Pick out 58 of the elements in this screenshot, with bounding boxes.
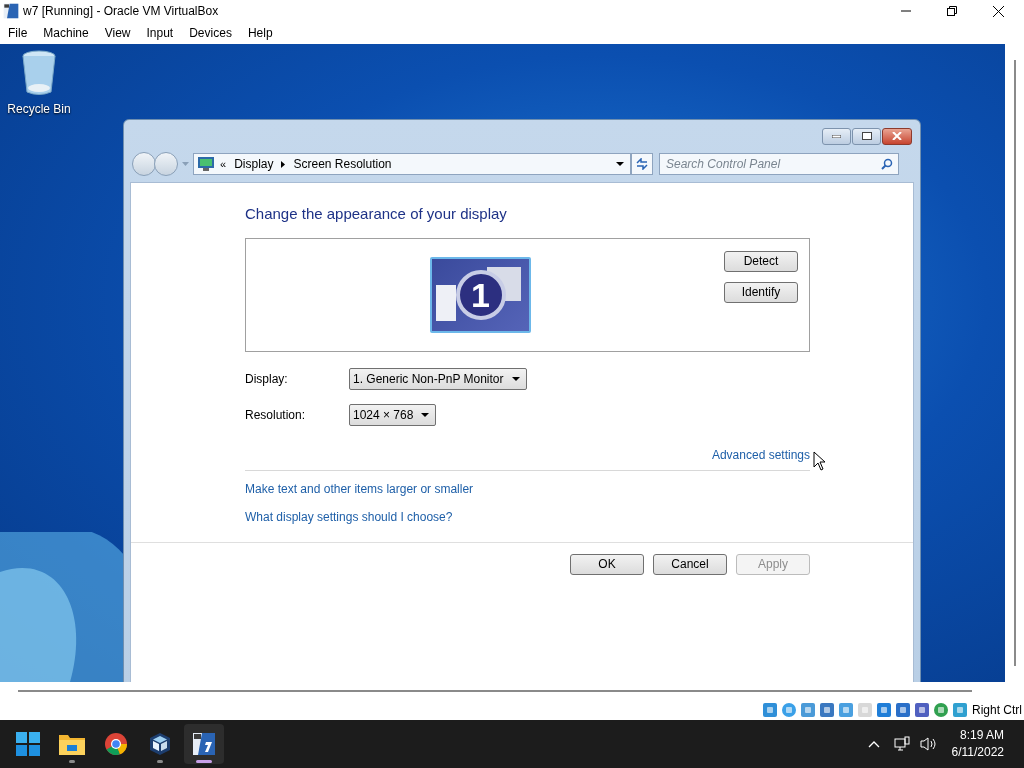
- recycle-bin-icon[interactable]: [21, 50, 57, 96]
- minimize-icon: [832, 134, 841, 138]
- breadcrumb-item[interactable]: Screen Resolution: [293, 155, 392, 173]
- clock-time: 8:19 AM: [959, 727, 1004, 744]
- search-field[interactable]: Search Control Panel: [659, 153, 899, 175]
- horizontal-scrollbar[interactable]: [18, 690, 972, 692]
- windows-logo-icon: [16, 732, 40, 756]
- monitor-drawing[interactable]: 1: [430, 256, 531, 333]
- restore-icon: [861, 132, 872, 140]
- dropdown-arrow-icon: [511, 376, 520, 381]
- cube-icon: [148, 732, 172, 756]
- advanced-settings-link[interactable]: Advanced settings: [711, 445, 810, 464]
- window-title: w7 [Running] - Oracle VM VirtualBox: [23, 3, 219, 20]
- menu-item[interactable]: Help: [247, 24, 273, 42]
- taskbar-button[interactable]: [184, 724, 224, 764]
- mouse-cursor-icon: [813, 451, 826, 471]
- vertical-scrollbar[interactable]: [1013, 60, 1016, 666]
- arrow-right-icon[interactable]: [281, 160, 286, 168]
- refresh-icon: [636, 158, 648, 170]
- help-link[interactable]: What display settings should I choose?: [245, 507, 453, 526]
- dropdown-arrow-icon[interactable]: [616, 162, 624, 166]
- window-thumbnail: [436, 284, 456, 321]
- field-label: Display:: [245, 370, 289, 388]
- monitor-icon: [198, 157, 214, 171]
- refresh-button[interactable]: [631, 153, 653, 175]
- dialog-button[interactable]: OK: [570, 553, 644, 575]
- vm-window-icon: [192, 732, 216, 756]
- help-link[interactable]: Make text and other items larger or smaller: [245, 479, 474, 498]
- menu-item[interactable]: File: [8, 24, 28, 42]
- menu-item[interactable]: Devices: [189, 24, 232, 42]
- host-key-label: Right Ctrl: [972, 702, 1022, 719]
- field-label: Resolution:: [245, 406, 307, 424]
- breadcrumb-item[interactable]: Display: [234, 155, 274, 173]
- close-button[interactable]: [882, 127, 912, 145]
- close-icon[interactable]: [993, 5, 1004, 17]
- menu-item[interactable]: Input: [146, 24, 174, 42]
- panel-button[interactable]: Detect: [724, 250, 798, 272]
- vm-window-icon: [3, 3, 19, 19]
- page-heading: Change the appearance of your display: [245, 204, 508, 224]
- close-icon: [892, 132, 902, 140]
- dropdown[interactable]: 1. Generic Non-PnP Monitor: [349, 367, 527, 390]
- menu-item[interactable]: View: [104, 24, 131, 42]
- chevron-up-icon[interactable]: [867, 740, 880, 748]
- search-icon: [881, 158, 893, 170]
- address-bar[interactable]: « Display Screen Resolution: [193, 153, 631, 175]
- monitor-number: 1: [455, 269, 506, 320]
- maximize-button[interactable]: [852, 127, 881, 145]
- maximize-icon[interactable]: [947, 6, 957, 16]
- clock[interactable]: 8:19 AM 6/11/2022: [951, 727, 1004, 761]
- clock-date: 6/11/2022: [951, 744, 1004, 761]
- panel-button[interactable]: Identify: [724, 281, 798, 303]
- chrome-icon: [104, 732, 128, 756]
- dropdown[interactable]: 1024 × 768: [349, 403, 437, 426]
- desktop-icon-label[interactable]: Recycle Bin: [7, 100, 71, 118]
- dropdown-arrow-icon: [421, 412, 430, 417]
- chevron-icon[interactable]: «: [220, 155, 227, 173]
- menu-item[interactable]: Machine: [43, 24, 89, 42]
- dialog-button[interactable]: Cancel: [653, 553, 727, 575]
